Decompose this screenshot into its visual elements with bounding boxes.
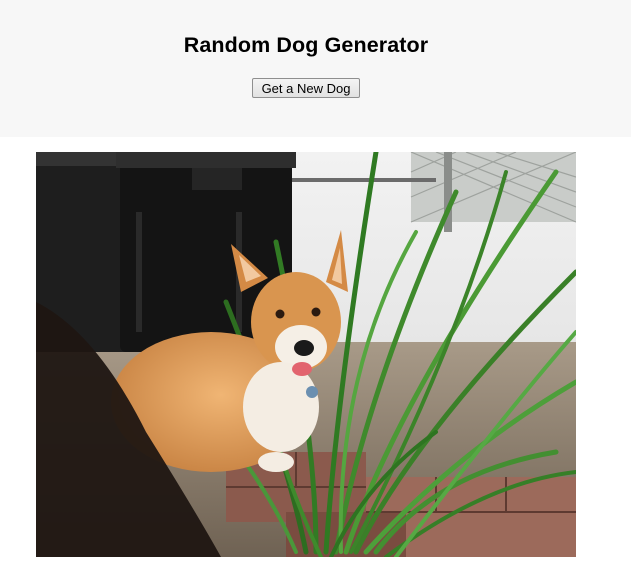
dog-photo <box>36 152 576 557</box>
header-section <box>0 0 631 137</box>
page-title: Random Dog Generator <box>183 33 429 57</box>
get-new-dog-button[interactable]: Get a New Dog <box>252 78 360 98</box>
dog-photo-illustration <box>36 152 576 557</box>
